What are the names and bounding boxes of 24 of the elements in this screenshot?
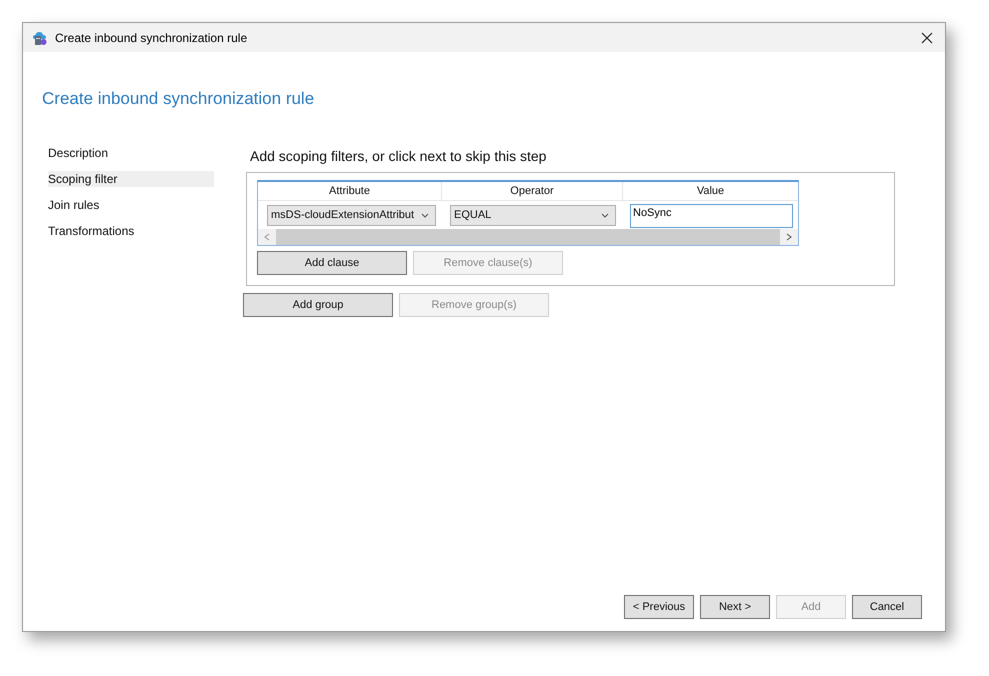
- column-header: Value: [696, 184, 726, 199]
- horizontal-scrollbar[interactable]: [258, 229, 798, 245]
- scroll-right-icon[interactable]: [786, 233, 792, 241]
- attribute-dropdown[interactable]: msDS-cloudExtensionAttribut: [267, 204, 436, 226]
- footer-button[interactable]: < Previous: [624, 595, 694, 619]
- step-item[interactable]: Join rules: [48, 197, 214, 213]
- group-button[interactable]: Add group: [243, 293, 393, 317]
- close-icon[interactable]: [921, 32, 933, 44]
- footer-button[interactable]: Cancel: [852, 595, 922, 619]
- footer-button[interactable]: Next >: [700, 595, 770, 619]
- chevron-down-icon: [421, 212, 429, 218]
- cloud-server-icon: [32, 30, 48, 46]
- column-header: Attribute: [258, 182, 442, 200]
- step-item[interactable]: Scoping filter: [48, 171, 214, 187]
- value-input[interactable]: NoSync: [630, 204, 793, 228]
- chevron-down-icon: [601, 212, 609, 218]
- step-item[interactable]: Description: [48, 145, 214, 161]
- operator-dropdown[interactable]: EQUAL: [450, 204, 616, 226]
- dialog-heading: Create inbound synchronization rule: [42, 89, 316, 109]
- clause-button[interactable]: Add clause: [257, 251, 407, 275]
- column-header: Operator: [442, 182, 623, 200]
- section-title: Add scoping filters, or click next to skip this step: [250, 148, 548, 164]
- window-title: Create inbound synchronization rule: [55, 30, 248, 44]
- step-item[interactable]: Transformations: [48, 223, 214, 239]
